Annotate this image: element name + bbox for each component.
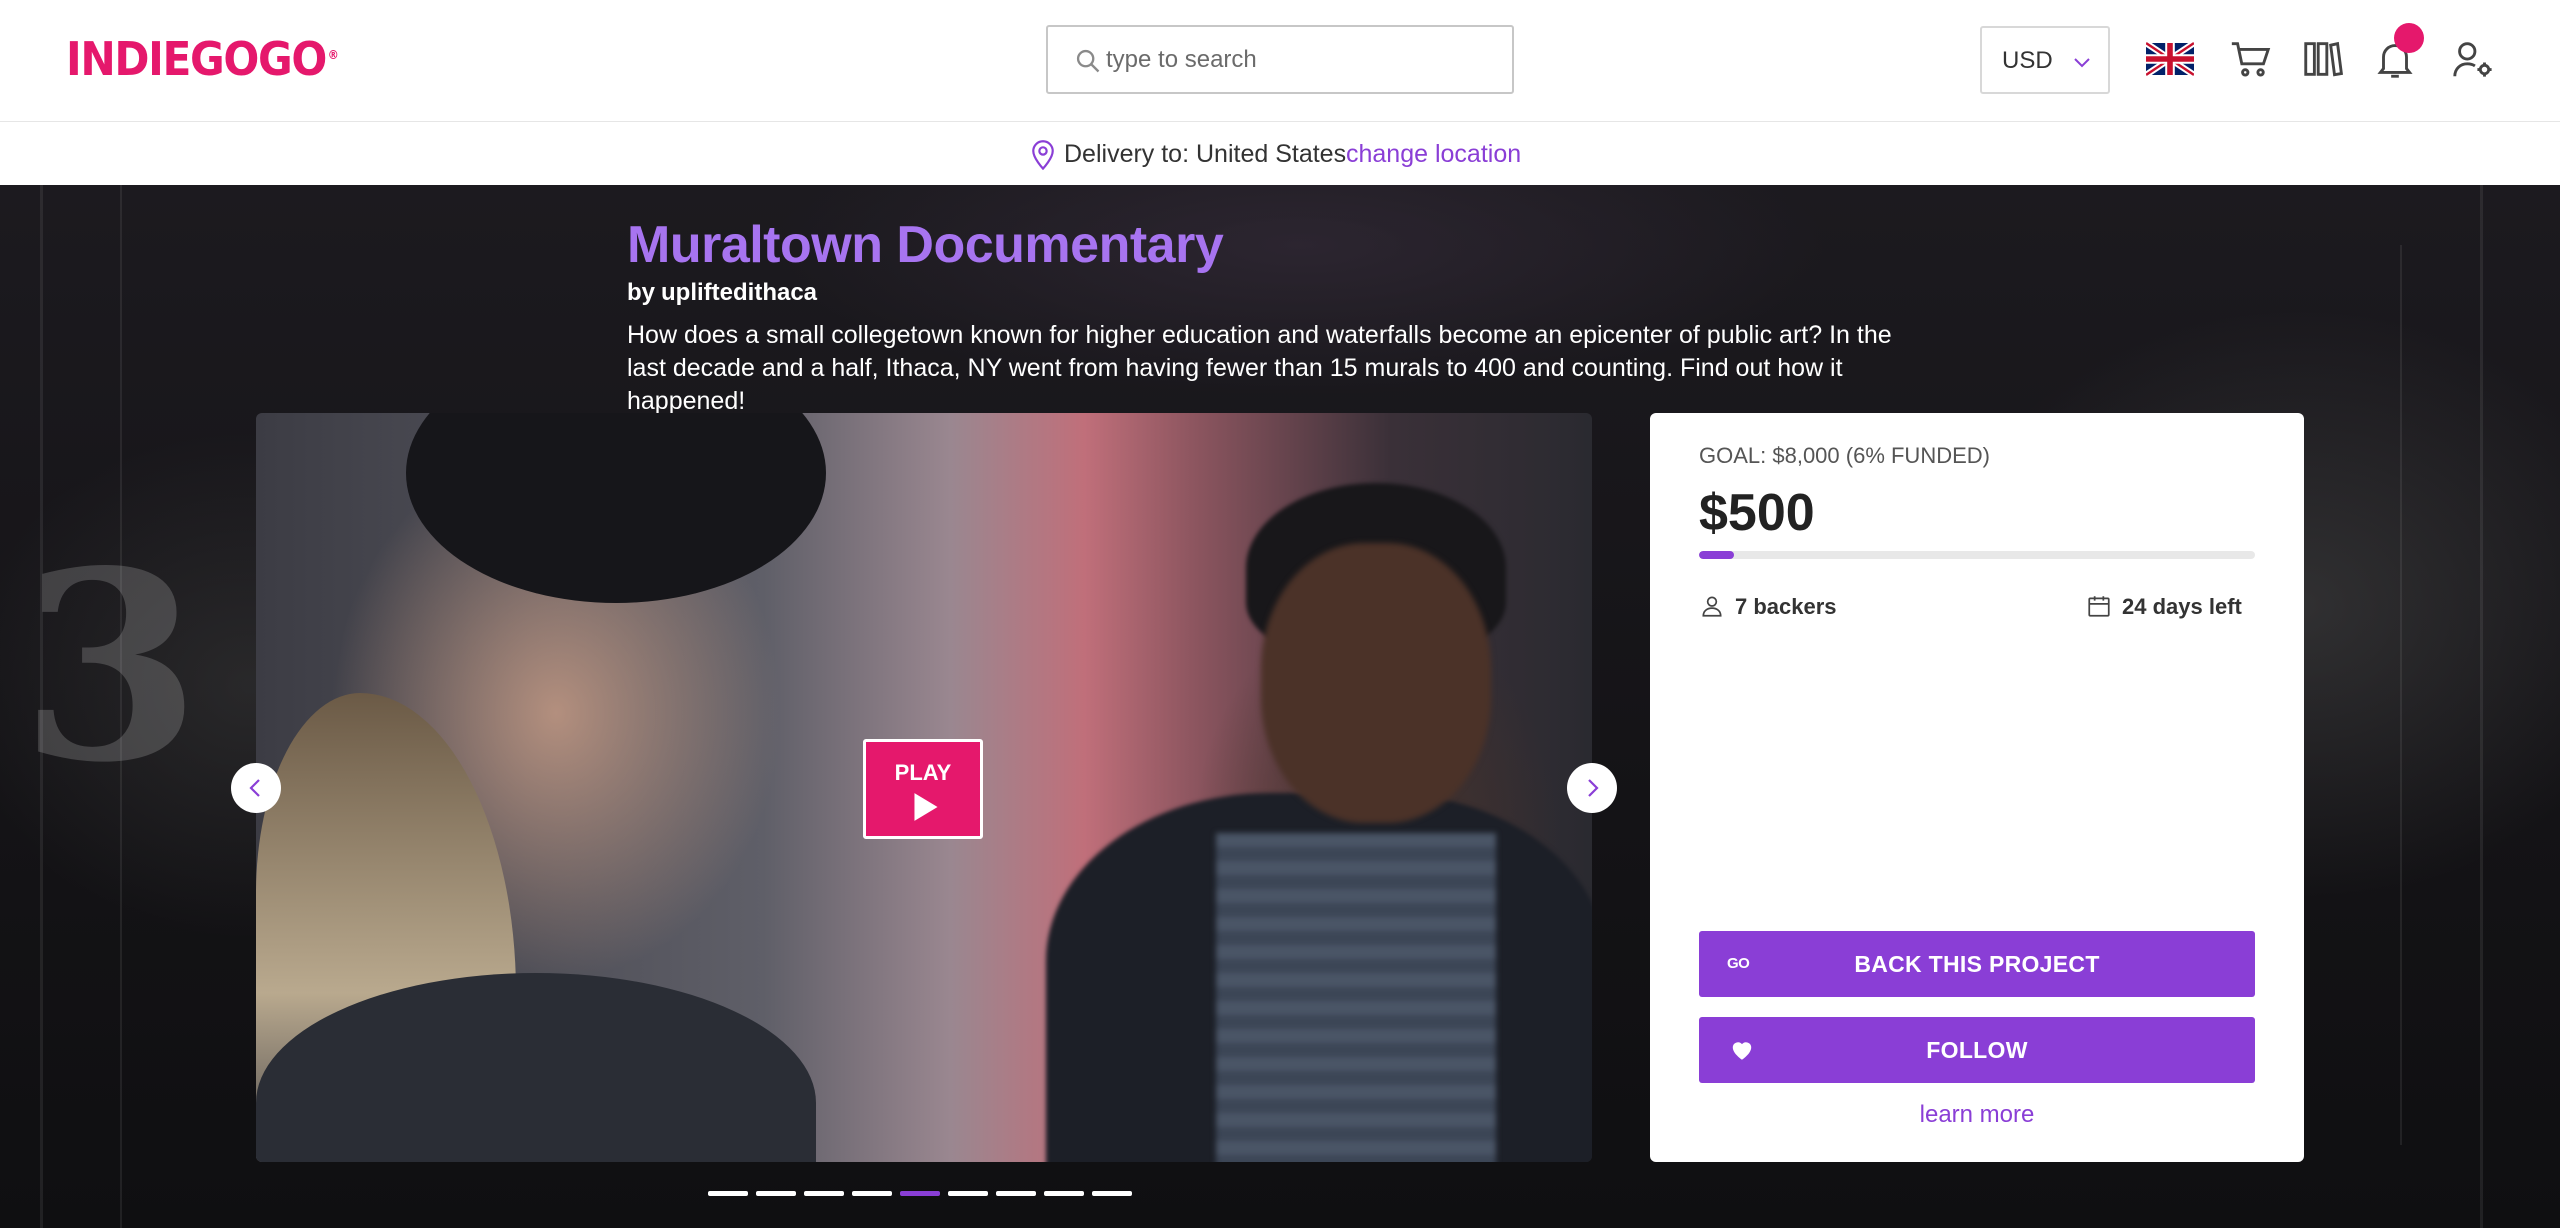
delivery-bar: Delivery to: United States change locati… <box>0 123 2560 185</box>
search-icon <box>1076 49 1100 73</box>
days-left: 24 days left <box>2086 591 2266 623</box>
play-button[interactable]: PLAY <box>863 739 983 839</box>
logo-registered-mark: ® <box>327 47 339 62</box>
notification-badge <box>2394 23 2424 53</box>
days-left-label: 24 days left <box>2122 594 2242 619</box>
backers-count: 7 backers <box>1699 591 1899 623</box>
funding-progress-fill <box>1699 551 1734 559</box>
chevron-down-icon <box>2074 58 2090 68</box>
person-icon <box>1702 596 1722 617</box>
campaign-video[interactable]: PLAY <box>256 413 1592 1162</box>
play-label: PLAY <box>894 760 952 785</box>
slide-indicator-3[interactable] <box>804 1191 844 1196</box>
top-header: INDIEGOGO® USD <box>0 0 2560 122</box>
campaign-hero: 3 Muraltown Documentary by upliftedithaca… <box>0 185 2560 1228</box>
video-frame-shape <box>406 413 826 603</box>
back-this-project-button[interactable]: GO BACK THIS PROJECT <box>1699 931 2255 997</box>
previous-slide-button[interactable] <box>231 763 281 813</box>
uk-flag-icon[interactable] <box>2146 40 2194 78</box>
follow-label: FOLLOW <box>1926 1037 2028 1063</box>
slide-indicator-5[interactable] <box>900 1191 940 1196</box>
chevron-right-icon <box>1588 779 1599 797</box>
user-settings-icon[interactable] <box>2450 36 2496 82</box>
amount-raised: $500 <box>1699 484 1815 542</box>
video-frame-shape <box>1216 833 1496 1162</box>
library-icon[interactable] <box>2300 36 2346 82</box>
chevron-left-icon <box>249 779 260 797</box>
cart-icon[interactable] <box>2228 36 2274 82</box>
delivery-label: Delivery to: United States <box>1064 140 1347 168</box>
calendar-icon <box>2088 596 2110 617</box>
video-frame-shape <box>1261 543 1491 823</box>
search-box[interactable] <box>1046 25 1514 94</box>
campaign-author-link[interactable]: upliftedithaca <box>661 279 817 306</box>
learn-more-link[interactable]: learn more <box>1650 1101 2304 1129</box>
byline-prefix: by <box>627 279 656 306</box>
slide-indicator-2[interactable] <box>756 1191 796 1196</box>
slide-indicator-6[interactable] <box>948 1191 988 1196</box>
slide-indicator-8[interactable] <box>1044 1191 1084 1196</box>
slide-indicator-7[interactable] <box>996 1191 1036 1196</box>
campaign-description: How does a small collegetown known for h… <box>627 321 1892 415</box>
slide-indicator-1[interactable] <box>708 1191 748 1196</box>
campaign-title: Muraltown Documentary <box>627 216 1224 274</box>
mural-graffiti: 3 <box>20 515 201 820</box>
funding-progress-bar <box>1699 551 2255 559</box>
mural-texture <box>2400 245 2402 1145</box>
next-slide-button[interactable] <box>1567 763 1617 813</box>
campaign-byline: by upliftedithaca <box>627 279 817 307</box>
slide-indicator-4[interactable] <box>852 1191 892 1196</box>
back-this-project-label: BACK THIS PROJECT <box>1854 951 2100 977</box>
search-input[interactable] <box>1106 39 1496 81</box>
funding-panel: GOAL: $8,000 (6% FUNDED) $500 7 backers … <box>1650 413 2304 1162</box>
mural-texture <box>2480 185 2483 1228</box>
currency-select[interactable]: USD <box>1980 26 2110 94</box>
funding-goal: GOAL: $8,000 (6% FUNDED) <box>1699 443 1990 468</box>
currency-selected-value: USD <box>2002 47 2053 74</box>
indiegogo-logo[interactable]: INDIEGOGO ® <box>66 32 339 86</box>
change-location-link[interactable]: change location <box>1346 140 1521 169</box>
logo-text: INDIEGOGO <box>66 32 327 86</box>
slide-indicator-9[interactable] <box>1092 1191 1132 1196</box>
location-pin-icon <box>1032 140 1054 171</box>
follow-button[interactable]: FOLLOW <box>1699 1017 2255 1083</box>
play-icon <box>914 793 938 821</box>
backers-label: 7 backers <box>1735 594 1837 619</box>
